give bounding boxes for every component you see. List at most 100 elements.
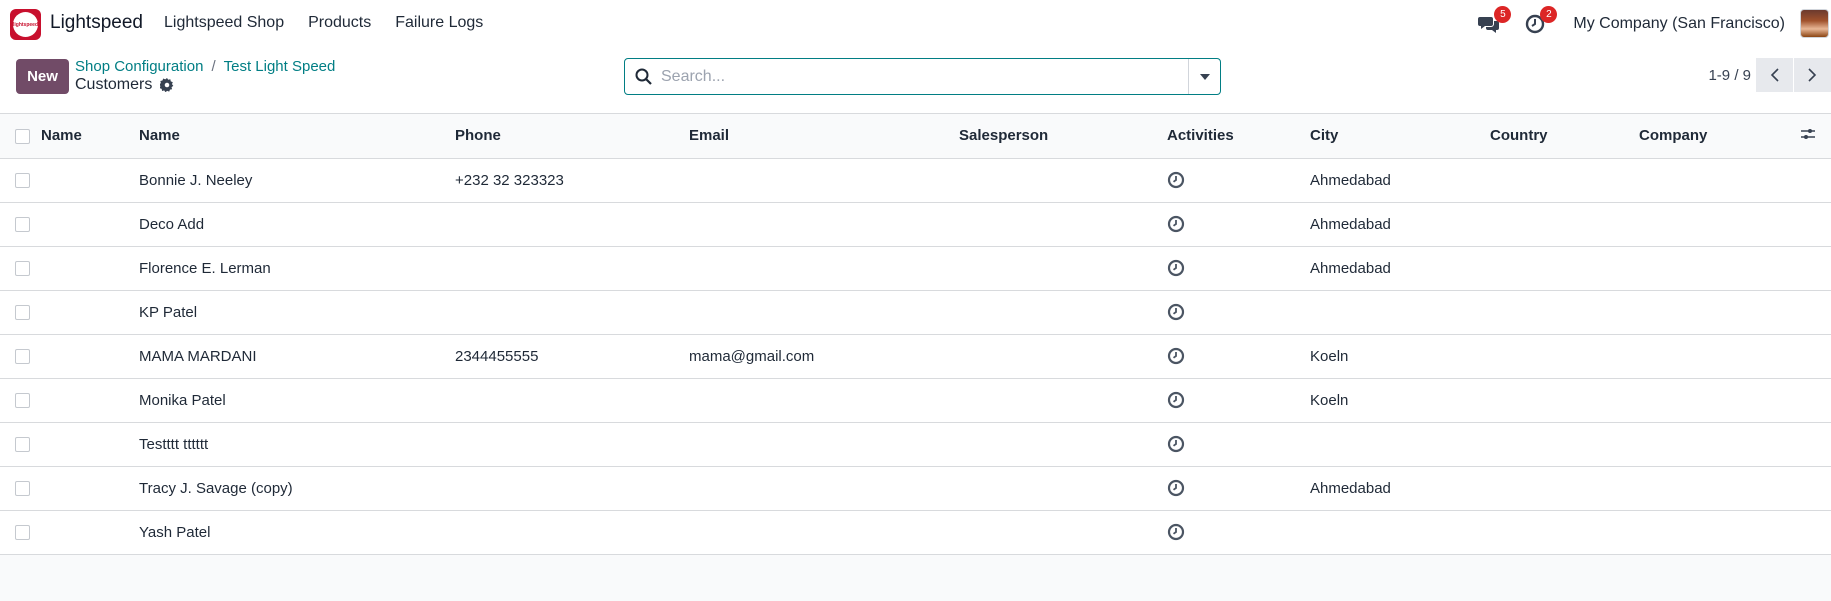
cell-trailing: [1801, 246, 1831, 291]
select-all-checkbox[interactable]: [15, 128, 30, 144]
row-checkbox[interactable]: [15, 173, 30, 189]
cell-country: [1490, 378, 1639, 423]
table-row[interactable]: Testttt tttttt: [0, 422, 1831, 467]
user-avatar[interactable]: [1800, 9, 1829, 38]
menu-lightspeed-shop[interactable]: Lightspeed Shop: [164, 14, 284, 32]
table-row[interactable]: Tracy J. Savage (copy) Ahmedabad: [0, 466, 1831, 511]
logo-text: lightspeed: [13, 12, 38, 37]
row-checkbox[interactable]: [15, 261, 30, 277]
activity-clock-icon[interactable]: [1167, 347, 1185, 365]
column-header-email[interactable]: Email: [689, 114, 959, 159]
breadcrumb: Shop Configuration / Test Light Speed: [75, 58, 335, 75]
cell-activities: [1167, 510, 1310, 555]
table-row[interactable]: Monika Patel Koeln: [0, 378, 1831, 423]
cell-salesperson: [959, 422, 1167, 467]
row-checkbox[interactable]: [15, 349, 30, 365]
cell-name-1: [41, 422, 139, 467]
column-header-name-1[interactable]: Name: [41, 114, 139, 159]
table-row[interactable]: KP Patel: [0, 290, 1831, 335]
caret-down-icon: [1199, 73, 1210, 80]
cell-name: MAMA MARDANI: [139, 334, 455, 379]
cell-country: [1490, 466, 1639, 511]
cell-company: [1639, 378, 1801, 423]
cell-city: [1310, 290, 1490, 335]
customers-list: Name Name Phone Email Salesperson Activi…: [0, 114, 1831, 555]
activity-clock-icon[interactable]: [1167, 171, 1185, 189]
activity-clock-icon[interactable]: [1167, 259, 1185, 277]
table-row[interactable]: Florence E. Lerman Ahmedabad: [0, 246, 1831, 291]
table-row[interactable]: Bonnie J. Neeley +232 32 323323 Ahmedaba…: [0, 158, 1831, 203]
activity-clock-icon[interactable]: [1167, 435, 1185, 453]
cell-country: [1490, 334, 1639, 379]
cell-phone: [455, 378, 689, 423]
cell-name-1: [41, 510, 139, 555]
activities-button[interactable]: 2: [1523, 5, 1558, 36]
row-checkbox[interactable]: [15, 481, 30, 497]
search-options-toggle[interactable]: [1188, 59, 1220, 94]
sliders-icon: [1801, 128, 1815, 139]
table-row[interactable]: Yash Patel: [0, 510, 1831, 555]
cell-email: [689, 158, 959, 203]
activity-clock-icon[interactable]: [1167, 215, 1185, 233]
row-checkbox[interactable]: [15, 217, 30, 233]
column-header-activities[interactable]: Activities: [1167, 114, 1310, 159]
column-header-name-2[interactable]: Name: [139, 114, 455, 159]
row-checkbox[interactable]: [15, 305, 30, 321]
row-checkbox[interactable]: [15, 393, 30, 409]
search-bar: [624, 58, 1221, 95]
menu-failure-logs[interactable]: Failure Logs: [395, 14, 483, 32]
column-header-phone[interactable]: Phone: [455, 114, 689, 159]
cell-city: [1310, 422, 1490, 467]
column-header-country[interactable]: Country: [1490, 114, 1639, 159]
cell-phone: [455, 290, 689, 335]
activity-clock-icon[interactable]: [1167, 523, 1185, 541]
pager-previous-button[interactable]: [1756, 58, 1793, 92]
search-input[interactable]: [661, 59, 1188, 94]
cell-company: [1639, 466, 1801, 511]
company-switcher[interactable]: My Company (San Francisco): [1573, 15, 1785, 33]
app-name[interactable]: Lightspeed: [50, 12, 143, 34]
row-select-cell: [0, 202, 41, 247]
cell-email: [689, 378, 959, 423]
cell-salesperson: [959, 246, 1167, 291]
column-header-salesperson[interactable]: Salesperson: [959, 114, 1167, 159]
activity-clock-icon[interactable]: [1167, 303, 1185, 321]
cell-name-1: [41, 202, 139, 247]
chevron-right-icon: [1808, 68, 1817, 82]
cell-activities: [1167, 158, 1310, 203]
cell-activities: [1167, 334, 1310, 379]
cell-activities: [1167, 246, 1310, 291]
breadcrumb-shop-configuration[interactable]: Shop Configuration: [75, 58, 203, 75]
new-button[interactable]: New: [16, 59, 69, 94]
table-row[interactable]: MAMA MARDANI 2344455555 mama@gmail.com K…: [0, 334, 1831, 379]
activity-clock-icon[interactable]: [1167, 391, 1185, 409]
row-select-cell: [0, 378, 41, 423]
optional-columns-toggle[interactable]: [1801, 114, 1831, 159]
pager-value[interactable]: 1-9 / 9: [1708, 67, 1751, 84]
breadcrumb-test-light-speed[interactable]: Test Light Speed: [224, 58, 336, 75]
gear-icon[interactable]: [160, 78, 174, 92]
row-checkbox[interactable]: [15, 525, 30, 541]
cell-country: [1490, 246, 1639, 291]
lightspeed-logo[interactable]: lightspeed: [10, 9, 41, 40]
top-navbar: lightspeed Lightspeed Lightspeed Shop Pr…: [0, 0, 1831, 47]
messages-badge: 5: [1494, 5, 1512, 23]
messages-button[interactable]: 5: [1477, 5, 1512, 36]
pager-next-button[interactable]: [1794, 58, 1831, 92]
activity-clock-icon[interactable]: [1167, 479, 1185, 497]
cell-email: [689, 422, 959, 467]
cell-name: Florence E. Lerman: [139, 246, 455, 291]
cell-company: [1639, 510, 1801, 555]
cell-city: [1310, 510, 1490, 555]
select-all-cell: [0, 114, 41, 159]
cell-name: KP Patel: [139, 290, 455, 335]
search-icon: [625, 68, 661, 85]
column-header-company[interactable]: Company: [1639, 114, 1801, 159]
row-select-cell: [0, 290, 41, 335]
column-header-city[interactable]: City: [1310, 114, 1490, 159]
table-row[interactable]: Deco Add Ahmedabad: [0, 202, 1831, 247]
menu-products[interactable]: Products: [308, 14, 371, 32]
row-checkbox[interactable]: [15, 437, 30, 453]
cell-salesperson: [959, 290, 1167, 335]
cell-name-1: [41, 158, 139, 203]
